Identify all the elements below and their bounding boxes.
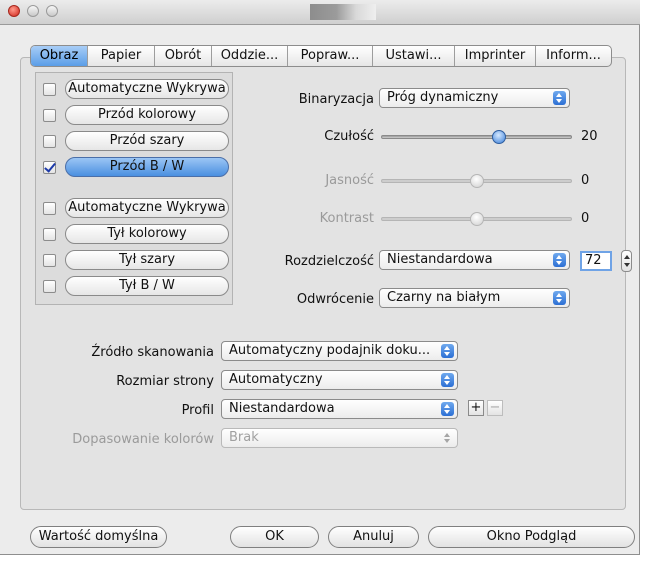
resolution-value: Niestandardowa [387, 252, 493, 267]
scan-option-row: Przód szary [43, 131, 233, 151]
scan-source-select[interactable]: Automatyczny podajnik doku... [221, 341, 458, 361]
scan-option-button[interactable]: Automatyczne Wykrywa [65, 79, 229, 99]
resolution-label: Rozdzielczość [284, 254, 374, 269]
resolution-select[interactable]: Niestandardowa [379, 250, 570, 270]
scan-option-button[interactable]: Przód szary [65, 131, 229, 151]
scan-source-value: Automatyczny podajnik doku... [229, 343, 431, 358]
tab-oddzielanie[interactable]: Oddzie... [212, 46, 288, 66]
profile-label: Profil [181, 403, 214, 418]
sensitivity-label: Czułość [324, 129, 374, 144]
tab-ustawienia[interactable]: Ustawi... [373, 46, 455, 66]
page-size-select[interactable]: Automatyczny [221, 370, 458, 390]
page-size-value: Automatyczny [229, 372, 323, 387]
scan-option-checkbox[interactable] [43, 109, 56, 122]
scan-option-row: Automatyczne Wykrywa [43, 198, 233, 218]
scan-option-row: Przód kolorowy [43, 105, 233, 125]
binarization-label: Binaryzacja [298, 92, 374, 107]
profile-value: Niestandardowa [229, 401, 335, 416]
sensitivity-slider[interactable] [381, 127, 572, 147]
brightness-label: Jasność [325, 173, 374, 188]
minimize-window-icon[interactable] [27, 5, 39, 17]
tab-papier[interactable]: Papier [88, 46, 155, 66]
binarization-value: Próg dynamiczny [387, 90, 499, 105]
tab-bar: Obraz Papier Obrót Oddzie... Popraw... U… [30, 45, 612, 67]
slider-knob[interactable] [469, 212, 484, 226]
remove-profile-button[interactable]: − [487, 400, 503, 416]
scan-option-row: Tył B / W [43, 276, 233, 296]
scan-source-label: Źródło skanowania [91, 345, 214, 360]
scan-option-row: Tył kolorowy [43, 224, 233, 244]
inversion-label: Odwrócenie [296, 292, 374, 307]
select-arrows-icon [441, 373, 454, 387]
select-arrows-icon [553, 291, 566, 305]
resolution-number-field[interactable]: 72 [580, 251, 612, 271]
tab-obrot[interactable]: Obrót [155, 46, 212, 66]
scan-option-row: Tył szary [43, 250, 233, 270]
cancel-button[interactable]: Anuluj [328, 526, 419, 548]
scan-option-button[interactable]: Tył B / W [65, 276, 229, 296]
contrast-value: 0 [581, 211, 590, 226]
ok-button[interactable]: OK [230, 526, 319, 548]
scan-option-button[interactable]: Przód kolorowy [65, 105, 229, 125]
color-matching-label: Dopasowanie kolorów [72, 432, 214, 447]
inversion-value: Czarny na białym [387, 290, 501, 305]
scan-option-checkbox[interactable] [43, 83, 56, 96]
close-window-icon[interactable] [8, 5, 20, 17]
scan-option-checkbox[interactable] [43, 280, 56, 293]
select-arrows-icon [553, 253, 566, 267]
scan-option-checkbox[interactable] [43, 228, 56, 241]
color-matching-value: Brak [229, 430, 259, 445]
select-arrows-icon [441, 344, 454, 358]
scan-option-button[interactable]: Przód B / W [65, 157, 229, 177]
tab-imprinter[interactable]: Imprinter [455, 46, 536, 66]
preview-window-button[interactable]: Okno Podgląd [428, 526, 635, 548]
resolution-stepper[interactable] [621, 250, 632, 272]
slider-track [381, 135, 572, 139]
sensitivity-value: 20 [581, 129, 598, 144]
scan-option-checkbox[interactable] [43, 202, 56, 215]
select-arrows-icon [441, 431, 454, 445]
scan-option-checkbox[interactable] [43, 135, 56, 148]
contrast-slider[interactable] [381, 209, 572, 229]
select-arrows-icon [441, 402, 454, 416]
zoom-window-icon[interactable] [46, 5, 58, 17]
add-profile-button[interactable]: + [468, 400, 484, 416]
color-matching-select[interactable]: Brak [221, 428, 458, 448]
scan-option-checkbox[interactable] [43, 161, 56, 174]
scan-option-button[interactable]: Tył szary [65, 250, 229, 270]
scan-option-row: Automatyczne Wykrywa [43, 79, 233, 99]
contrast-label: Kontrast [319, 211, 374, 226]
window-title-graphic [310, 4, 376, 20]
tab-obraz[interactable]: Obraz [31, 46, 88, 66]
brightness-value: 0 [581, 173, 590, 188]
slider-knob[interactable] [469, 174, 484, 188]
title-bar [0, 0, 640, 25]
tab-informacje[interactable]: Inform... [536, 46, 611, 66]
select-arrows-icon [553, 91, 566, 105]
profile-select[interactable]: Niestandardowa [221, 399, 458, 419]
scan-option-row: Przód B / W [43, 157, 233, 177]
scan-option-button[interactable]: Tył kolorowy [65, 224, 229, 244]
inversion-select[interactable]: Czarny na białym [379, 288, 570, 308]
page-size-label: Rozmiar strony [116, 374, 214, 389]
default-values-button[interactable]: Wartość domyślna [30, 526, 167, 548]
slider-knob[interactable] [492, 130, 507, 144]
scan-option-checkbox[interactable] [43, 254, 56, 267]
tab-poprawianie[interactable]: Popraw... [288, 46, 373, 66]
scan-option-button[interactable]: Automatyczne Wykrywa [65, 198, 229, 218]
binarization-select[interactable]: Próg dynamiczny [379, 88, 570, 108]
brightness-slider[interactable] [381, 171, 572, 191]
